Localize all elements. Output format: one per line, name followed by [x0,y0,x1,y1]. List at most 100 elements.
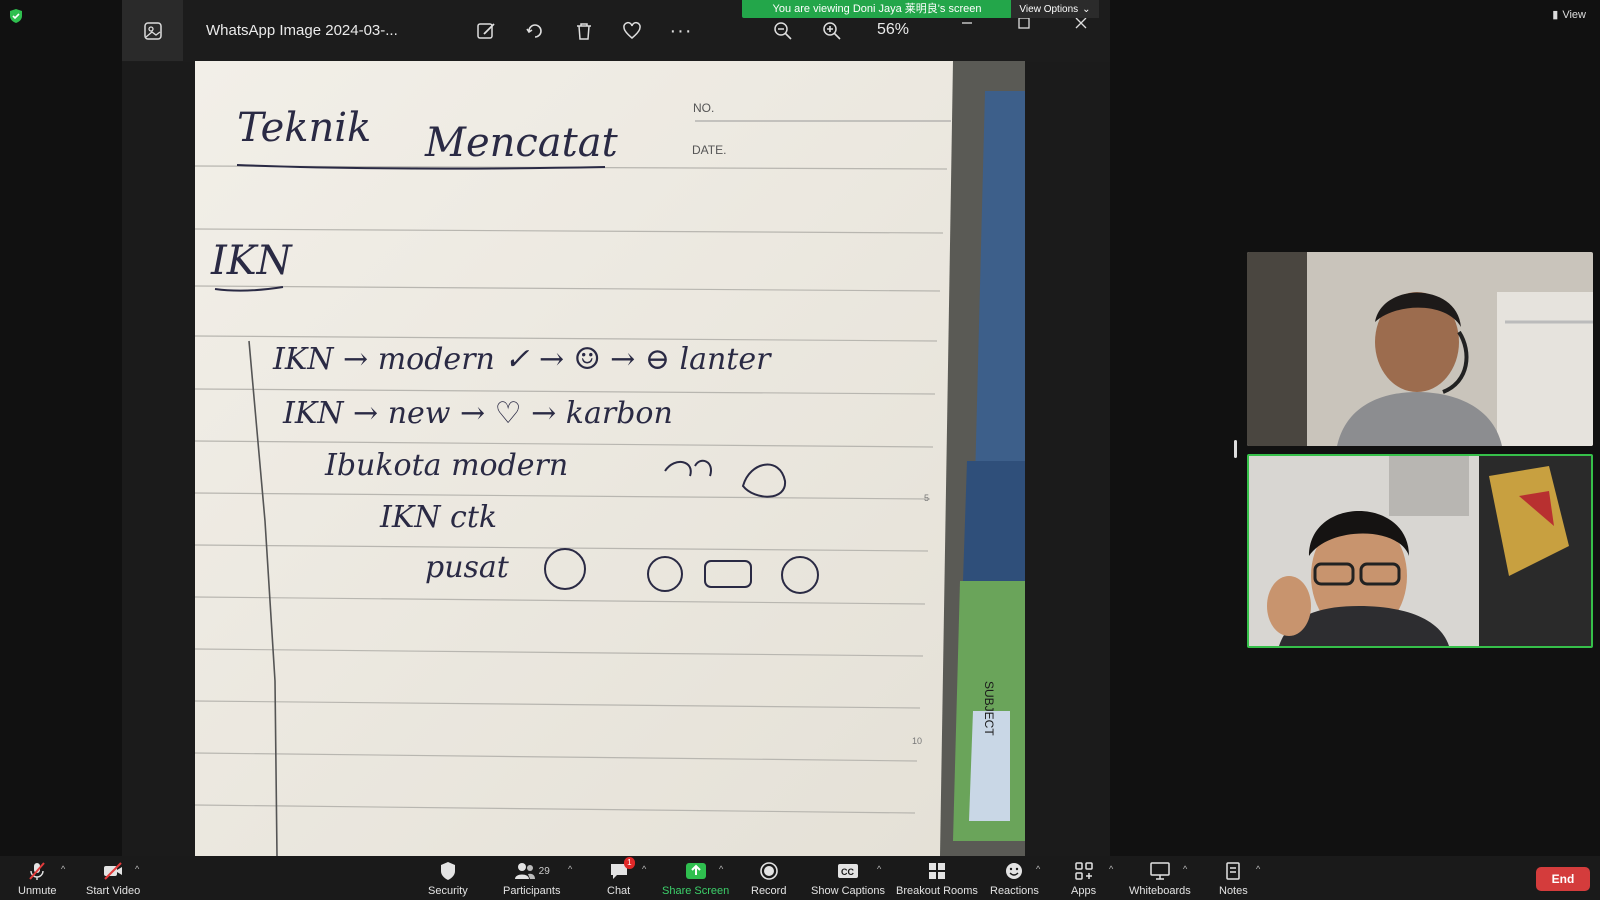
rotate-icon [526,24,542,38]
video-options-caret[interactable]: ^ [135,864,139,874]
note-line-2: IKN → new → ♡ → karbon [282,396,673,431]
chat-label: Chat [607,885,631,897]
sidebar-resize-handle[interactable] [1234,440,1237,458]
participants-options-caret[interactable]: ^ [568,864,572,874]
view-grid-icon: ▮ [1552,9,1559,21]
view-label: View [1562,8,1586,21]
zoom-level: 56% [877,21,910,38]
microphone-muted-icon [29,862,46,880]
captions-options-caret[interactable]: ^ [877,864,881,874]
more-options-button[interactable]: ··· [668,18,694,44]
chat-button[interactable]: 1 Chat [607,857,635,897]
heading-mencatat: Mencatat [424,120,619,166]
participants-count: 29 [538,865,550,877]
svg-text:CC: CC [841,867,854,877]
heart-icon [623,22,641,39]
participants-icon [514,863,535,879]
share-screen-label: Share Screen [662,885,730,897]
minimize-icon [962,22,972,24]
share-options-caret[interactable]: ^ [719,864,723,874]
rotate-button[interactable] [522,18,548,44]
notes-options-caret[interactable]: ^ [1256,864,1260,874]
shared-screen: WhatsApp Image 2024-03-... ··· 56% SUBJE… [122,0,1110,856]
audio-options-caret[interactable]: ^ [61,864,65,874]
participant-2-image [1249,456,1591,646]
maximize-icon [1018,17,1030,29]
show-captions-button[interactable]: CC Show Captions [811,860,885,897]
reactions-options-caret[interactable]: ^ [1036,864,1040,874]
view-options-label: View Options [1019,3,1079,15]
security-button[interactable]: Security [428,860,468,897]
image-title: WhatsApp Image 2024-03-... [206,22,398,39]
shield-icon [440,862,455,880]
apps-options-caret[interactable]: ^ [1109,864,1113,874]
zoom-in-button[interactable] [819,18,845,44]
reactions-smiley-icon [1006,863,1023,879]
chat-unread-badge: 1 [624,857,635,869]
video-off-icon [104,862,123,880]
zoom-in-icon [823,22,841,40]
breakout-rooms-label: Breakout Rooms [896,885,978,897]
heading-teknik: Teknik [237,105,371,151]
edit-image-button[interactable] [473,18,499,44]
note-line-5: pusat [425,550,510,585]
whiteboards-label: Whiteboards [1129,885,1191,897]
gallery-button[interactable] [122,0,183,61]
view-menu-button[interactable]: ▮ View [1552,8,1586,22]
unmute-label: Unmute [18,885,57,897]
notes-label: Notes [1219,885,1248,897]
notes-icon [1226,862,1241,880]
breakout-rooms-icon [928,863,945,879]
reactions-label: Reactions [990,885,1039,897]
apps-button[interactable]: Apps [1071,860,1096,897]
trash-icon [577,23,591,40]
encryption-shield-icon[interactable] [8,8,24,24]
reactions-button[interactable]: Reactions [990,860,1039,897]
participant-video-2[interactable] [1247,454,1593,648]
participant-video-1[interactable] [1247,252,1593,446]
show-captions-label: Show Captions [811,885,885,897]
unmute-button[interactable]: Unmute [18,860,57,897]
start-video-label: Start Video [86,885,141,897]
notebook-page: SUBJECT 5 10 NO. DATE. Teknik Mencatat I… [195,61,1025,856]
whiteboards-options-caret[interactable]: ^ [1183,864,1187,874]
share-screen-icon [685,863,706,879]
topic-ikn: IKN [210,238,294,284]
participants-label: Participants [503,885,561,897]
start-video-button[interactable]: Start Video [86,860,140,897]
image-gallery-icon [143,21,162,40]
tab-subject-label: SUBJECT [982,681,996,736]
margin-mark-10: 10 [912,736,922,746]
delete-button[interactable] [571,18,597,44]
notes-button[interactable]: Notes [1219,860,1248,897]
apps-label: Apps [1071,885,1097,897]
record-label: Record [751,885,787,897]
meeting-toolbar: Unmute ^ Start Video ^ Security 29 Parti… [0,856,1600,900]
whiteboards-button[interactable]: Whiteboards [1129,860,1191,897]
favorite-button[interactable] [619,18,645,44]
apps-icon [1074,862,1093,880]
note-line-4: IKN ctk [379,500,497,535]
participants-button[interactable]: 29 Participants [503,860,560,897]
whiteboard-icon [1150,862,1170,880]
chat-options-caret[interactable]: ^ [642,864,646,874]
captions-icon: CC [838,864,858,878]
breakout-rooms-button[interactable]: Breakout Rooms [896,860,978,897]
note-line-1: IKN → modern ✓ → ☺ → ⊖ lanter [272,342,772,377]
edit-image-icon [477,23,495,39]
chevron-down-icon: ⌄ [1082,3,1091,15]
view-options-button[interactable]: View Options ⌄ [1011,0,1099,18]
end-meeting-button[interactable]: End [1536,867,1590,891]
margin-mark-5: 5 [924,493,929,503]
record-button[interactable]: Record [751,860,786,897]
security-label: Security [428,885,468,897]
date-label: DATE. [692,143,726,157]
zoom-out-button[interactable] [770,18,796,44]
close-icon [1075,17,1087,29]
participant-1-image [1247,252,1593,446]
note-line-3: Ibukota modern [324,448,568,483]
notebook-photo: SUBJECT 5 10 NO. DATE. Teknik Mencatat I… [195,61,1025,856]
no-label: NO. [693,101,714,115]
screen-share-banner: You are viewing Doni Jaya 莱明良's screen [742,0,1012,18]
more-dots-icon: ··· [669,19,693,42]
